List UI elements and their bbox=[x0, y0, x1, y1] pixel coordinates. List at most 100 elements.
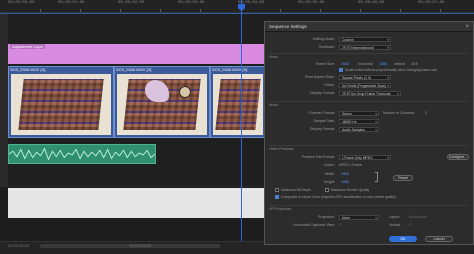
divider bbox=[269, 145, 469, 146]
preview-height-value[interactable]: 1080 bbox=[341, 180, 349, 184]
ruler-timecode: 00;00;05;00 bbox=[298, 1, 325, 5]
sample-rate-dropdown[interactable]: 48000 Hz bbox=[339, 119, 379, 124]
ruler-tick bbox=[120, 9, 121, 12]
vertical-label: vertical bbox=[394, 62, 405, 66]
width-label: Width: bbox=[324, 172, 335, 176]
editing-mode-dropdown[interactable]: Custom bbox=[339, 37, 391, 42]
frame-width-value[interactable]: 1920 bbox=[341, 62, 349, 66]
reset-button[interactable]: Reset bbox=[393, 175, 413, 181]
layout-label: Layout: bbox=[389, 215, 401, 219]
max-bit-depth-label: Maximum Bit Depth bbox=[281, 188, 311, 192]
fields-label: Fields: bbox=[324, 83, 335, 87]
preview-format-dropdown[interactable]: I-Frame Only MPEG bbox=[339, 155, 391, 160]
linear-color-label: Composite in Linear Color (requires GPU … bbox=[281, 195, 396, 199]
projection-dropdown[interactable]: None bbox=[339, 215, 379, 220]
close-icon[interactable]: × bbox=[465, 24, 469, 30]
audio-clip[interactable] bbox=[8, 144, 156, 164]
vr-properties-heading: VR Properties bbox=[269, 207, 292, 211]
ok-button[interactable]: OK bbox=[389, 236, 417, 242]
video-previews-heading: Video Previews bbox=[269, 147, 294, 151]
adjustment-layer-label: Adjustment Layer bbox=[10, 44, 46, 49]
divider bbox=[269, 101, 469, 102]
ruler-timecode: 00;00;03;00 bbox=[178, 1, 205, 5]
scale-motion-label: Scale motion effects proportionally when… bbox=[345, 68, 438, 72]
audio-waveform bbox=[9, 147, 155, 161]
ruler-tick bbox=[160, 9, 161, 12]
ruler-timecode: 00;00;07;00 bbox=[418, 1, 445, 5]
horizontal-view-value[interactable]: 0° bbox=[339, 223, 342, 227]
max-render-quality-label: Maximum Render Quality bbox=[331, 188, 370, 192]
fields-dropdown[interactable]: No Fields (Progressive Scan) bbox=[339, 83, 391, 88]
bottom-timecode: 00;00;00;00 bbox=[8, 243, 30, 248]
clip-name: SO3_0340.MOV [V] bbox=[116, 67, 152, 72]
empty-track-area[interactable] bbox=[8, 188, 266, 218]
divider bbox=[269, 205, 469, 206]
horizontal-label: horizontal bbox=[358, 62, 373, 66]
clip-name: SO3_0340.MOV [V] bbox=[212, 67, 248, 72]
frame-height-value[interactable]: 1080 bbox=[379, 62, 387, 66]
track-header-strip[interactable] bbox=[0, 14, 8, 186]
ruler-timecode: 00;00;01;00 bbox=[58, 1, 85, 5]
clip-thumbnail bbox=[213, 74, 263, 135]
sample-rate-label: Sample Rate: bbox=[313, 119, 335, 123]
ruler-tick bbox=[200, 9, 201, 12]
pixel-aspect-dropdown[interactable]: Square Pixels (1.0) bbox=[339, 75, 391, 80]
vertical-view-value[interactable]: 0° bbox=[409, 223, 412, 227]
number-channels-value: 2 bbox=[425, 111, 427, 115]
channel-format-label: Channel Format: bbox=[308, 111, 335, 115]
clip-name: SO3_0340.MOV [V] bbox=[10, 67, 46, 72]
ruler-tick bbox=[80, 9, 81, 12]
max-bit-depth-checkbox[interactable] bbox=[275, 188, 279, 192]
horizontal-view-label: Horizontal Captured View: bbox=[293, 223, 335, 227]
audio-display-dropdown[interactable]: Audio Samples bbox=[339, 127, 379, 132]
audio-section-heading: Audio bbox=[269, 103, 279, 107]
timebase-label: Timebase: bbox=[318, 45, 335, 49]
timebase-dropdown[interactable]: 29.97 frames/second bbox=[339, 45, 391, 50]
height-label: Height: bbox=[323, 180, 335, 184]
pixel-aspect-label: Pixel Aspect Ratio: bbox=[305, 75, 335, 79]
ruler-tick bbox=[400, 9, 401, 12]
playhead-line[interactable] bbox=[241, 0, 242, 253]
projection-label: Projection: bbox=[318, 215, 335, 219]
vertical-view-label: Vertical: bbox=[389, 223, 402, 227]
video-section-heading: Video bbox=[269, 55, 279, 59]
configure-button[interactable]: Configure... bbox=[447, 154, 469, 160]
adjustment-layer-clip[interactable] bbox=[8, 44, 266, 64]
clip-thumbnail bbox=[11, 74, 111, 135]
ruler-tick bbox=[280, 9, 281, 12]
clip-thumbnail bbox=[117, 74, 207, 135]
time-ruler[interactable]: 00;00;00;00 00;00;01;00 00;00;02;00 00;0… bbox=[0, 0, 474, 13]
ruler-tick bbox=[440, 9, 441, 12]
link-dimensions-icon[interactable] bbox=[375, 172, 378, 182]
ruler-tick bbox=[320, 9, 321, 12]
frame-size-label: Frame Size: bbox=[315, 62, 335, 66]
codec-label: Codec: bbox=[323, 163, 335, 167]
dialog-title: Sequence Settings bbox=[265, 22, 473, 32]
scale-motion-checkbox[interactable] bbox=[339, 68, 343, 72]
sequence-settings-dialog: Sequence Settings × Editing Mode: Custom… bbox=[264, 21, 474, 245]
bottom-timecode: 00;00;05;00 bbox=[130, 243, 152, 248]
channel-format-dropdown[interactable]: Stereo bbox=[339, 111, 379, 116]
preview-width-value[interactable]: 1920 bbox=[341, 172, 349, 176]
layout-value[interactable]: Monoscopic bbox=[409, 215, 427, 219]
display-format-dropdown[interactable]: 29.97 fps Drop-Frame Timecode bbox=[339, 91, 401, 96]
video-clip[interactable]: SO3_0340.MOV [V] bbox=[210, 66, 266, 138]
ruler-tick bbox=[40, 9, 41, 12]
ruler-timecode: 00;00;06;00 bbox=[358, 1, 385, 5]
editing-mode-label: Editing Mode: bbox=[313, 37, 335, 41]
linear-color-checkbox[interactable] bbox=[275, 195, 279, 199]
divider bbox=[269, 53, 469, 54]
max-render-quality-checkbox[interactable] bbox=[325, 188, 329, 192]
video-clip[interactable]: SO3_0340.MOV [V] bbox=[8, 66, 114, 138]
display-format-label: Display Format: bbox=[309, 91, 335, 95]
ruler-timecode: 00;00;00;00 bbox=[8, 1, 35, 5]
codec-value: MPEG I-Frame bbox=[339, 163, 362, 167]
aspect-label: 16:9 bbox=[411, 62, 418, 66]
preview-format-label: Preview File Format: bbox=[302, 155, 335, 159]
ruler-tick bbox=[360, 9, 361, 12]
number-channels-label: Number of Channels: bbox=[383, 111, 416, 115]
ruler-timecode: 00;00;02;00 bbox=[118, 1, 145, 5]
audio-display-label: Display Format: bbox=[309, 127, 335, 131]
cancel-button[interactable]: Cancel bbox=[425, 236, 453, 242]
video-clip[interactable]: SO3_0340.MOV [V] bbox=[114, 66, 210, 138]
